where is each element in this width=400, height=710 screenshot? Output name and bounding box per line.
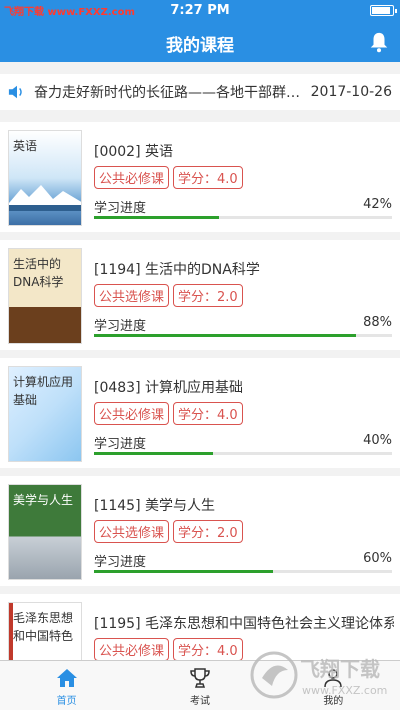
progress-fill [94, 570, 273, 573]
course-type-badge: 公共必修课 [94, 166, 170, 189]
page-title: 我的课程 [166, 36, 234, 56]
cover-band [9, 307, 81, 343]
progress-label: 学习进度 [94, 201, 147, 216]
course-card[interactable]: 英语 [0002] 英语 公共必修课 学分：4.0 学习进度 42% [0, 122, 400, 232]
course-card[interactable]: 生活中的DNA科学 [1194] 生活中的DNA科学 公共选修课 学分：2.0 … [0, 240, 400, 350]
nav-bar: 我的课程 [0, 22, 400, 62]
svg-text:飞翔下载: 飞翔下载 [300, 657, 380, 681]
course-type-badge: 公共选修课 [94, 520, 170, 543]
news-text: 奋力走好新时代的长征路——各地干部群众... [34, 85, 301, 101]
tab-label: 首页 [56, 696, 77, 707]
course-type-badge: 公共选修课 [94, 284, 170, 307]
trophy-icon [190, 668, 210, 688]
course-credit-badge: 学分：4.0 [173, 166, 243, 189]
course-info: [1145] 美学与人生 公共选修课 学分：2.0 学习进度 60% [94, 476, 392, 586]
course-cover-title: 计算机应用基础 [13, 375, 74, 407]
progress-label: 学习进度 [94, 555, 147, 570]
course-name: [1145] 美学与人生 [94, 498, 216, 514]
mountain-image [9, 185, 81, 211]
course-card[interactable]: 计算机应用基础 [0483] 计算机应用基础 公共必修课 学分：4.0 学习进度… [0, 358, 400, 468]
course-tags: 公共必修课 学分：4.0 [94, 402, 243, 425]
progress-bar [94, 570, 392, 573]
course-cover-title: 毛泽东思想和中国特色 [13, 611, 74, 643]
course-credit-badge: 学分：2.0 [173, 520, 243, 543]
progress-percent: 40% [363, 433, 392, 448]
home-icon [56, 669, 77, 687]
battery-icon [370, 5, 397, 16]
progress-percent: 42% [363, 197, 392, 212]
course-cover: 英语 [8, 130, 82, 226]
bell-icon[interactable] [368, 30, 390, 54]
progress-bar [94, 452, 392, 455]
course-name: [0483] 计算机应用基础 [94, 380, 244, 396]
progress-bar [94, 216, 392, 219]
course-card[interactable]: 美学与人生 [1145] 美学与人生 公共选修课 学分：2.0 学习进度 60% [0, 476, 400, 586]
course-credit-badge: 学分：4.0 [173, 402, 243, 425]
course-name: [1194] 生活中的DNA科学 [94, 262, 260, 278]
progress-percent: 88% [363, 315, 392, 330]
course-type-badge: 公共必修课 [94, 402, 170, 425]
progress-label: 学习进度 [94, 437, 147, 452]
battery-level [372, 7, 390, 14]
course-cover: 生活中的DNA科学 [8, 248, 82, 344]
status-time: 7:27 PM [170, 3, 230, 18]
news-date: 2017-10-26 [310, 84, 392, 100]
progress-fill [94, 452, 214, 455]
course-tags: 公共必修课 学分：4.0 [94, 638, 243, 661]
tab-exam[interactable]: 考试 [133, 661, 266, 710]
course-cover: 美学与人生 [8, 484, 82, 580]
course-tags: 公共必修课 学分：4.0 [94, 166, 243, 189]
course-type-badge: 公共必修课 [94, 638, 170, 661]
course-info: [0483] 计算机应用基础 公共必修课 学分：4.0 学习进度 40% [94, 358, 392, 468]
watermark-logo: 飞翔下载 www.FXXZ.com [250, 651, 387, 699]
progress-bar [94, 334, 392, 337]
tab-label: 考试 [189, 696, 210, 707]
course-name: [0002] 英语 [94, 144, 174, 160]
course-name: [1195] 毛泽东思想和中国特色社会主义理论体系概 [94, 616, 394, 632]
progress-fill [94, 334, 357, 337]
course-tags: 公共选修课 学分：2.0 [94, 520, 243, 543]
tab-home[interactable]: 首页 [0, 661, 133, 710]
status-bar: 飞翔下载 www.FXXZ.com 7:27 PM [0, 0, 400, 22]
progress-percent: 60% [363, 551, 392, 566]
course-cover-title: 生活中的DNA科学 [13, 257, 64, 289]
course-tags: 公共选修课 学分：2.0 [94, 284, 243, 307]
course-info: [1194] 生活中的DNA科学 公共选修课 学分：2.0 学习进度 88% [94, 240, 392, 350]
speaker-icon [8, 85, 22, 99]
news-ticker[interactable]: 奋力走好新时代的长征路——各地干部群众... 2017-10-26 [0, 74, 400, 110]
progress-label: 学习进度 [94, 319, 147, 334]
course-cover-title: 美学与人生 [13, 493, 74, 507]
course-info: [0002] 英语 公共必修课 学分：4.0 学习进度 42% [94, 122, 392, 232]
course-cover: 计算机应用基础 [8, 366, 82, 462]
svg-text:www.FXXZ.com: www.FXXZ.com [302, 684, 387, 697]
course-credit-badge: 学分：4.0 [173, 638, 243, 661]
progress-fill [94, 216, 220, 219]
course-cover-title: 英语 [13, 139, 38, 153]
course-credit-badge: 学分：2.0 [173, 284, 243, 307]
